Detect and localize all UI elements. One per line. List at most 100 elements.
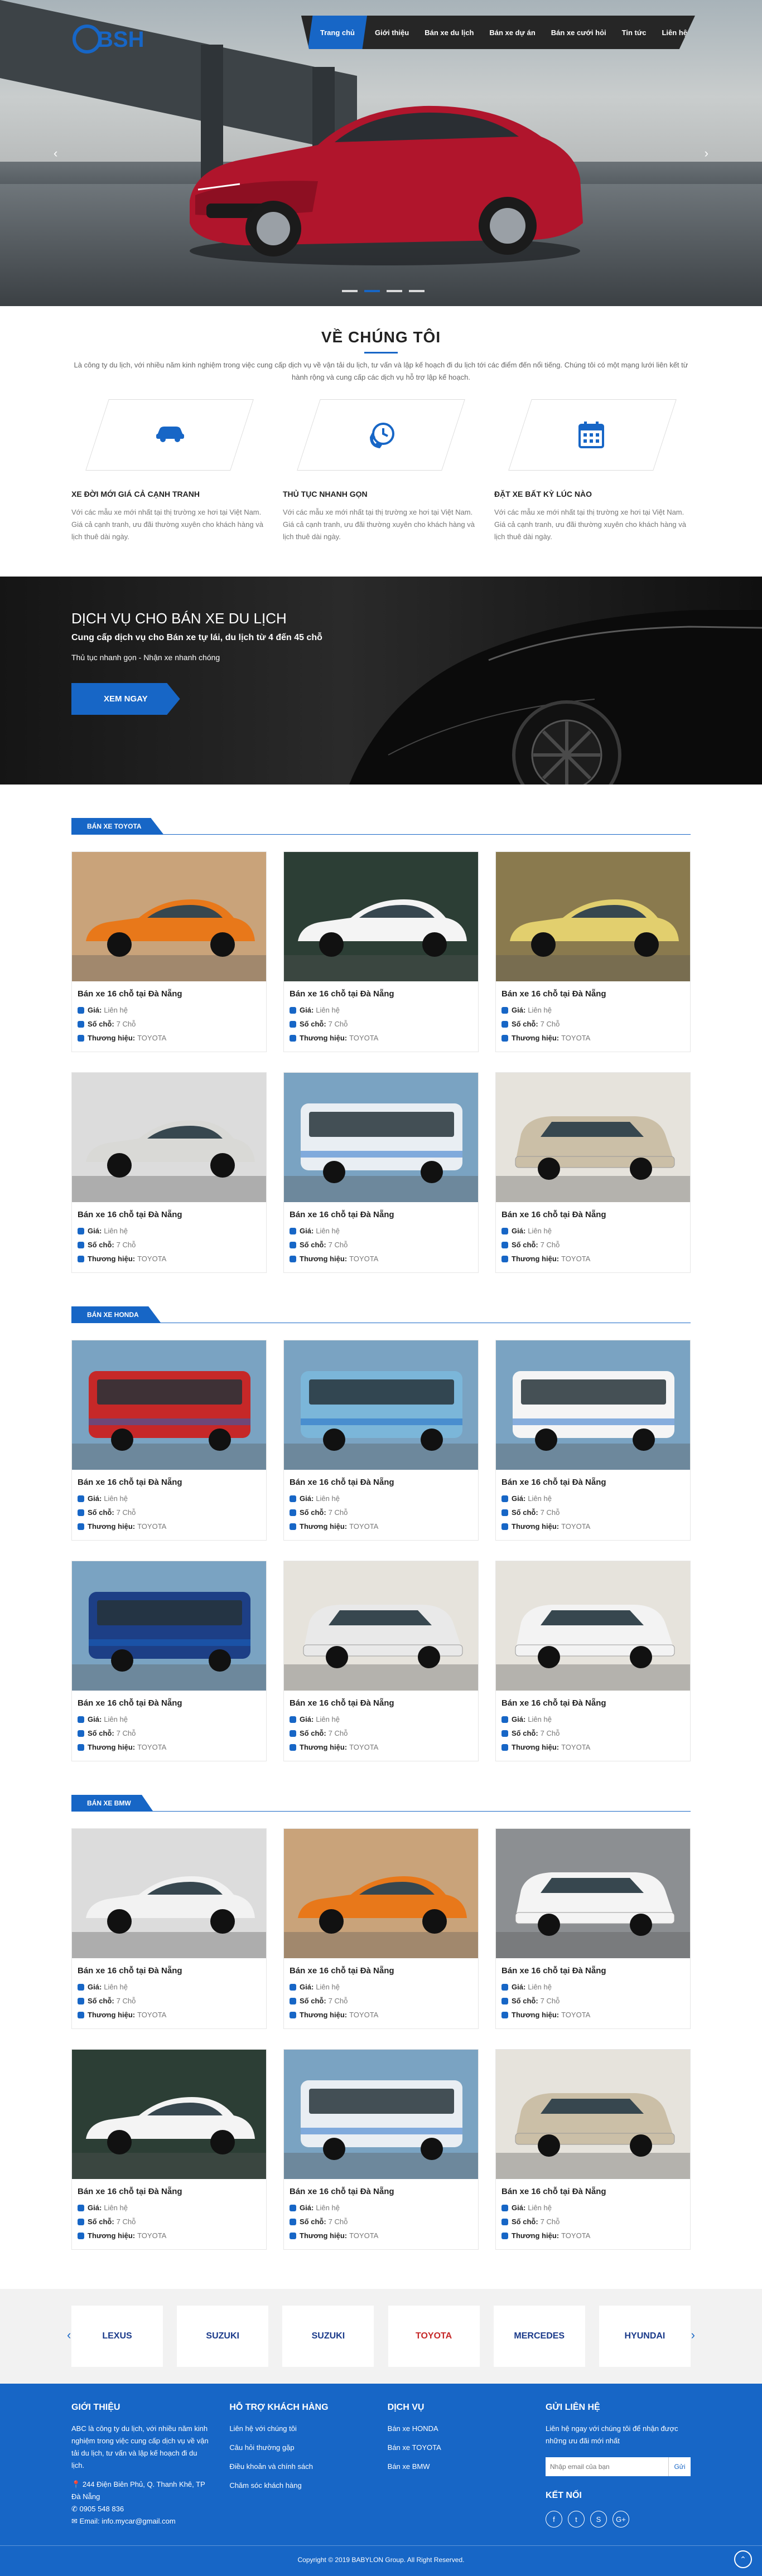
brand-logo[interactable]: HYUNDAI: [599, 2306, 691, 2367]
product-card[interactable]: Bán xe 16 chỗ tại Đà Nẵng Giá: Liên hệ Số…: [495, 851, 691, 1052]
product-image[interactable]: [72, 1561, 266, 1691]
product-image[interactable]: [284, 1340, 478, 1470]
brand-prev-arrow[interactable]: ‹: [67, 2328, 71, 2342]
slider-dot[interactable]: [342, 290, 358, 292]
product-card[interactable]: Bán xe 16 chỗ tại Đà Nẵng Giá: Liên hệ Số…: [495, 1072, 691, 1273]
product-image[interactable]: [284, 2050, 478, 2179]
product-card[interactable]: Bán xe 16 chỗ tại Đà Nẵng Giá: Liên hệ Số…: [283, 1072, 479, 1273]
product-image[interactable]: [72, 2050, 266, 2179]
svg-text:BSH: BSH: [97, 27, 144, 52]
product-brand: Thương hiệu: TOYOTA: [78, 2008, 261, 2022]
product-image[interactable]: [284, 1073, 478, 1202]
car-icon: [501, 2011, 508, 2018]
nav-item[interactable]: Giới thiệu: [367, 16, 417, 49]
product-card[interactable]: Bán xe 16 chỗ tại Đà Nẵng Giá: Liên hệ Số…: [495, 2049, 691, 2250]
product-image[interactable]: [72, 1829, 266, 1958]
product-section: BÁN XE BMW Bán xe 16 chỗ tại Đà Nẵng Giá…: [71, 1761, 691, 2250]
product-name[interactable]: Bán xe 16 chỗ tại Đà Nẵng: [78, 1478, 261, 1487]
brand-logo[interactable]: SUZUKI: [177, 2306, 269, 2367]
hero-next-arrow[interactable]: ›: [705, 146, 708, 161]
product-image[interactable]: [284, 852, 478, 981]
product-image[interactable]: [496, 852, 690, 981]
product-card[interactable]: Bán xe 16 chỗ tại Đà Nẵng Giá: Liên hệ Số…: [283, 851, 479, 1052]
product-card[interactable]: Bán xe 16 chỗ tại Đà Nẵng Giá: Liên hệ Số…: [71, 1340, 267, 1541]
brand-logo[interactable]: MERCEDES: [493, 2306, 585, 2367]
product-card[interactable]: Bán xe 16 chỗ tại Đà Nẵng Giá: Liên hệ Số…: [71, 2049, 267, 2250]
footer-link[interactable]: Bán xe TOYOTA: [388, 2442, 527, 2454]
product-image[interactable]: [496, 1829, 690, 1958]
hero-prev-arrow[interactable]: ‹: [54, 146, 57, 161]
product-image[interactable]: [72, 1340, 266, 1470]
product-card[interactable]: Bán xe 16 chỗ tại Đà Nẵng Giá: Liên hệ Số…: [283, 2049, 479, 2250]
nav-item[interactable]: Trang chủ: [307, 16, 367, 49]
product-name[interactable]: Bán xe 16 chỗ tại Đà Nẵng: [501, 2187, 684, 2196]
seat-icon: [290, 1997, 296, 2004]
newsletter-send-button[interactable]: Gửi: [668, 2457, 691, 2476]
slider-dot[interactable]: [387, 290, 402, 292]
nav-item[interactable]: Bán xe dự án: [481, 16, 543, 49]
service-text: Thủ tục nhanh gọn - Nhận xe nhanh chóng: [71, 653, 220, 662]
product-image[interactable]: [284, 1561, 478, 1691]
product-name[interactable]: Bán xe 16 chỗ tại Đà Nẵng: [78, 1966, 261, 1975]
brand-logo[interactable]: LEXUS: [71, 2306, 163, 2367]
product-name[interactable]: Bán xe 16 chỗ tại Đà Nẵng: [290, 2187, 472, 2196]
brand-logo[interactable]: SUZUKI: [282, 2306, 374, 2367]
product-name[interactable]: Bán xe 16 chỗ tại Đà Nẵng: [78, 1210, 261, 1219]
back-to-top-icon[interactable]: ⌃: [734, 2550, 752, 2568]
product-name[interactable]: Bán xe 16 chỗ tại Đà Nẵng: [501, 1966, 684, 1975]
skype-icon[interactable]: S: [590, 2511, 607, 2527]
nav-item[interactable]: Bán xe cưới hỏi: [543, 16, 614, 49]
footer-phone[interactable]: ✆ 0905 548 836: [71, 2503, 211, 2515]
product-image[interactable]: [496, 1561, 690, 1691]
product-name[interactable]: Bán xe 16 chỗ tại Đà Nẵng: [501, 989, 684, 999]
footer-link[interactable]: Chăm sóc khách hàng: [229, 2480, 369, 2492]
product-name[interactable]: Bán xe 16 chỗ tại Đà Nẵng: [501, 1478, 684, 1487]
product-price: Giá: Liên hệ: [78, 1492, 261, 1505]
slider-dot[interactable]: [409, 290, 425, 292]
footer-link[interactable]: Liên hệ với chúng tôi: [229, 2423, 369, 2435]
newsletter-email-input[interactable]: [545, 2457, 668, 2476]
product-card[interactable]: Bán xe 16 chỗ tại Đà Nẵng Giá: Liên hệ Số…: [71, 851, 267, 1052]
site-logo[interactable]: BSH: [73, 22, 162, 56]
product-card[interactable]: Bán xe 16 chỗ tại Đà Nẵng Giá: Liên hệ Số…: [71, 1561, 267, 1761]
footer-link[interactable]: Câu hỏi thường gặp: [229, 2442, 369, 2454]
product-image[interactable]: [284, 1829, 478, 1958]
twitter-icon[interactable]: t: [567, 2511, 585, 2527]
product-name[interactable]: Bán xe 16 chỗ tại Đà Nẵng: [78, 1698, 261, 1708]
feature-title: XE ĐỜI MỚI GIÁ CẢ CẠNH TRANH: [71, 490, 200, 498]
facebook-icon[interactable]: f: [545, 2511, 562, 2527]
footer-email[interactable]: ✉ Email: info.mycar@gmail.com: [71, 2515, 211, 2527]
product-name[interactable]: Bán xe 16 chỗ tại Đà Nẵng: [290, 1966, 472, 1975]
product-name[interactable]: Bán xe 16 chỗ tại Đà Nẵng: [290, 1210, 472, 1219]
footer-link[interactable]: Bán xe BMW: [388, 2461, 527, 2473]
product-image[interactable]: [496, 2050, 690, 2179]
view-now-button[interactable]: XEM NGAY: [71, 683, 180, 715]
footer-link[interactable]: Bán xe HONDA: [388, 2423, 527, 2435]
footer-link[interactable]: Điều khoản và chính sách: [229, 2461, 369, 2473]
brand-logo[interactable]: TOYOTA: [388, 2306, 480, 2367]
product-card[interactable]: Bán xe 16 chỗ tại Đà Nẵng Giá: Liên hệ Số…: [283, 1828, 479, 2029]
nav-item[interactable]: Tin tức: [614, 16, 654, 49]
nav-item[interactable]: Bán xe du lịch: [417, 16, 481, 49]
google-plus-icon[interactable]: G+: [612, 2511, 629, 2527]
product-image[interactable]: [72, 1073, 266, 1202]
product-image[interactable]: [72, 852, 266, 981]
product-card[interactable]: Bán xe 16 chỗ tại Đà Nẵng Giá: Liên hệ Số…: [283, 1340, 479, 1541]
product-card[interactable]: Bán xe 16 chỗ tại Đà Nẵng Giá: Liên hệ Số…: [71, 1828, 267, 2029]
product-card[interactable]: Bán xe 16 chỗ tại Đà Nẵng Giá: Liên hệ Số…: [71, 1072, 267, 1273]
product-image[interactable]: [496, 1340, 690, 1470]
product-name[interactable]: Bán xe 16 chỗ tại Đà Nẵng: [501, 1698, 684, 1708]
brand-next-arrow[interactable]: ›: [691, 2328, 695, 2342]
product-card[interactable]: Bán xe 16 chỗ tại Đà Nẵng Giá: Liên hệ Số…: [495, 1340, 691, 1541]
product-image[interactable]: [496, 1073, 690, 1202]
product-name[interactable]: Bán xe 16 chỗ tại Đà Nẵng: [78, 989, 261, 999]
slider-dot[interactable]: [364, 290, 380, 292]
product-card[interactable]: Bán xe 16 chỗ tại Đà Nẵng Giá: Liên hệ Số…: [283, 1561, 479, 1761]
product-name[interactable]: Bán xe 16 chỗ tại Đà Nẵng: [290, 989, 472, 999]
product-name[interactable]: Bán xe 16 chỗ tại Đà Nẵng: [290, 1478, 472, 1487]
product-name[interactable]: Bán xe 16 chỗ tại Đà Nẵng: [501, 1210, 684, 1219]
product-name[interactable]: Bán xe 16 chỗ tại Đà Nẵng: [78, 2187, 261, 2196]
product-card[interactable]: Bán xe 16 chỗ tại Đà Nẵng Giá: Liên hệ Số…: [495, 1828, 691, 2029]
product-name[interactable]: Bán xe 16 chỗ tại Đà Nẵng: [290, 1698, 472, 1708]
product-card[interactable]: Bán xe 16 chỗ tại Đà Nẵng Giá: Liên hệ Số…: [495, 1561, 691, 1761]
